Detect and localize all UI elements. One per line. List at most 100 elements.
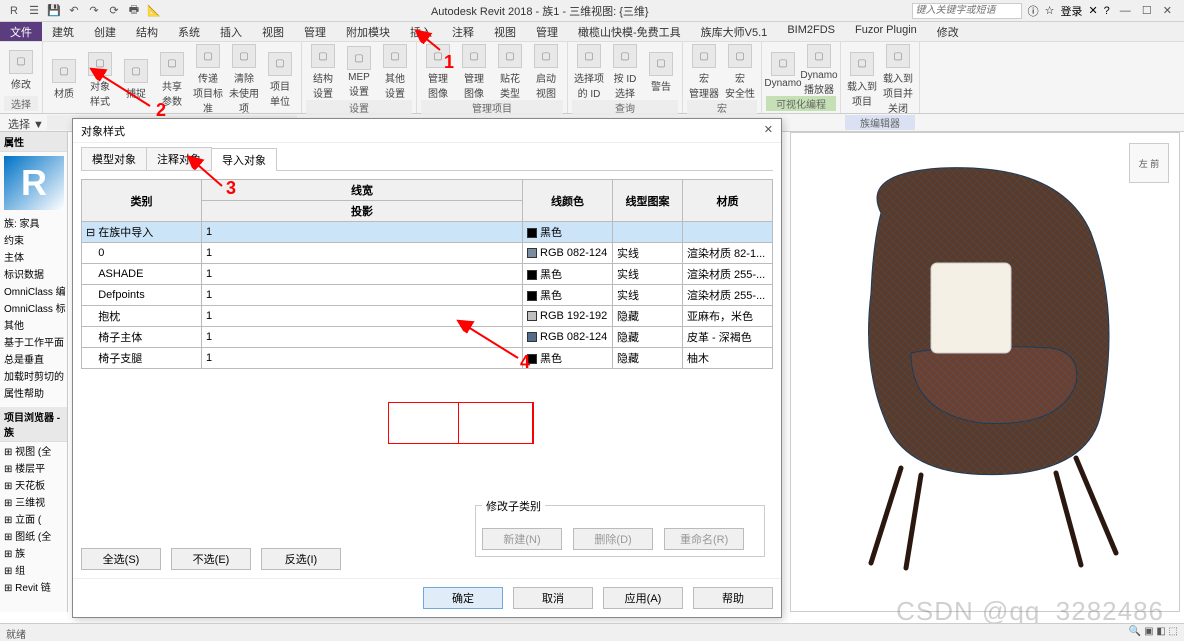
menu-创建[interactable]: 创建 bbox=[84, 22, 126, 41]
ribbon-宏安全性[interactable]: ▢宏安全性 bbox=[723, 44, 757, 100]
tree-item[interactable]: ⊞ 图纸 (全 bbox=[0, 527, 67, 544]
tree-item[interactable]: ⊞ 三维视 bbox=[0, 493, 67, 510]
prop-row[interactable]: 约束 bbox=[0, 231, 67, 248]
ribbon-贴花类型[interactable]: ▢贴花类型 bbox=[493, 44, 527, 100]
table-row[interactable]: 椅子主体1RGB 082-124隐藏皮革 - 深褐色 bbox=[82, 327, 773, 348]
ribbon-载入到项目[interactable]: ▢载入到项目 bbox=[845, 44, 879, 115]
tree-item[interactable]: ⊞ 楼层平 bbox=[0, 459, 67, 476]
invert-button[interactable]: 反选(I) bbox=[261, 548, 341, 570]
ribbon-按ID选择[interactable]: ▢按 ID选择 bbox=[608, 44, 642, 100]
menu-族库大师V5.1[interactable]: 族库大师V5.1 bbox=[691, 22, 778, 41]
tab-模型对象[interactable]: 模型对象 bbox=[81, 147, 147, 170]
prop-row[interactable]: 属性帮助 bbox=[0, 384, 67, 401]
save-icon[interactable]: 💾 bbox=[46, 3, 62, 19]
tree-item[interactable]: ⊞ 天花板 bbox=[0, 476, 67, 493]
revit-icon[interactable]: R bbox=[6, 3, 22, 19]
exchange-icon[interactable]: ✕ bbox=[1088, 4, 1097, 17]
menu-注释[interactable]: 注释 bbox=[442, 22, 484, 41]
close-icon[interactable]: ✕ bbox=[1159, 5, 1176, 17]
prop-row[interactable]: 族: 家具 bbox=[0, 214, 67, 231]
menu-橄榄山快模-免费工具[interactable]: 橄榄山快模-免费工具 bbox=[568, 22, 691, 41]
ribbon-材质[interactable]: ▢材质 bbox=[47, 44, 81, 115]
redo-icon[interactable]: ↷ bbox=[86, 3, 102, 19]
menu-修改[interactable]: 修改 bbox=[927, 22, 969, 41]
prop-row[interactable]: 加载时剪切的 bbox=[0, 367, 67, 384]
menu-附加模块[interactable]: 附加模块 bbox=[336, 22, 400, 41]
table-row[interactable]: ⊟ 在族中导入1黑色 bbox=[82, 222, 773, 243]
table-row[interactable]: 01RGB 082-124实线渲染材质 82-1... bbox=[82, 243, 773, 264]
ribbon-清除未使用项[interactable]: ▢清除未使用项 bbox=[227, 44, 261, 115]
ribbon-修改[interactable]: ▢修改 bbox=[4, 44, 38, 96]
ribbon-Dynamo[interactable]: ▢Dynamo bbox=[766, 44, 800, 96]
tab-导入对象[interactable]: 导入对象 bbox=[211, 148, 277, 171]
ribbon-管理图像[interactable]: ▢管理图像 bbox=[457, 44, 491, 100]
menu-管理[interactable]: 管理 bbox=[294, 22, 336, 41]
ribbon-捕捉[interactable]: ▢捕捉 bbox=[119, 44, 153, 115]
cancel-button[interactable]: 取消 bbox=[513, 587, 593, 609]
table-row[interactable]: 抱枕1RGB 192-192隐藏亚麻布，米色 bbox=[82, 306, 773, 327]
dialog-close-icon[interactable]: ✕ bbox=[764, 123, 773, 138]
min-icon[interactable]: — bbox=[1116, 5, 1135, 17]
search-input[interactable] bbox=[912, 3, 1022, 19]
tree-item[interactable]: ⊞ 视图 (全 bbox=[0, 442, 67, 459]
ribbon-其他设置[interactable]: ▢其他设置 bbox=[378, 44, 412, 100]
ribbon-Dynamo播放器[interactable]: ▢Dynamo播放器 bbox=[802, 44, 836, 96]
ribbon-载入到项目并关闭[interactable]: ▢载入到项目并关闭 bbox=[881, 44, 915, 115]
prop-row[interactable]: 基于工作平面 bbox=[0, 333, 67, 350]
ribbon-宏管理器[interactable]: ▢宏管理器 bbox=[687, 44, 721, 100]
prop-row[interactable]: 总是垂直 bbox=[0, 350, 67, 367]
prop-row[interactable]: 其他 bbox=[0, 316, 67, 333]
prop-row[interactable]: OmniClass 标 bbox=[0, 299, 67, 316]
ribbon-警告[interactable]: ▢警告 bbox=[644, 44, 678, 100]
menu-BIM2FDS[interactable]: BIM2FDS bbox=[777, 22, 845, 41]
menu-视图[interactable]: 视图 bbox=[484, 22, 526, 41]
info-icon[interactable]: ⓘ bbox=[1028, 3, 1039, 19]
print-icon[interactable]: 🖶 bbox=[126, 3, 142, 19]
table-row[interactable]: Defpoints1黑色实线渲染材质 255-... bbox=[82, 285, 773, 306]
ribbon-对象样式[interactable]: ▢对象样式 bbox=[83, 44, 117, 115]
undo-icon[interactable]: ↶ bbox=[66, 3, 82, 19]
menu-系统[interactable]: 系统 bbox=[168, 22, 210, 41]
select-none-button[interactable]: 不选(E) bbox=[171, 548, 251, 570]
login-link[interactable]: 登录 bbox=[1060, 3, 1082, 19]
menu-建筑[interactable]: 建筑 bbox=[42, 22, 84, 41]
apply-button[interactable]: 应用(A) bbox=[603, 587, 683, 609]
new-button: 新建(N) bbox=[482, 528, 562, 550]
ribbon-启动视图[interactable]: ▢启动视图 bbox=[529, 44, 563, 100]
ribbon-项目单位[interactable]: ▢项目单位 bbox=[263, 44, 297, 115]
tree-item[interactable]: ⊞ 立面 ( bbox=[0, 510, 67, 527]
user-icon[interactable]: ☆ bbox=[1045, 4, 1055, 17]
3d-viewport[interactable]: 左 前 bbox=[790, 132, 1180, 612]
ribbon-传递项目标准[interactable]: ▢传递项目标准 bbox=[191, 44, 225, 115]
help-icon[interactable]: ? bbox=[1104, 5, 1110, 17]
menu-视图[interactable]: 视图 bbox=[252, 22, 294, 41]
menu-结构[interactable]: 结构 bbox=[126, 22, 168, 41]
ribbon-管理图像[interactable]: ▢管理图像 bbox=[421, 44, 455, 100]
ribbon-结构设置[interactable]: ▢结构设置 bbox=[306, 44, 340, 100]
object-styles-table[interactable]: 类别 线宽 线颜色 线型图案 材质 投影 ⊟ 在族中导入1黑色 01RGB 08… bbox=[81, 179, 773, 369]
select-all-button[interactable]: 全选(S) bbox=[81, 548, 161, 570]
help-button[interactable]: 帮助 bbox=[693, 587, 773, 609]
table-row[interactable]: ASHADE1黑色实线渲染材质 255-... bbox=[82, 264, 773, 285]
menu-管理[interactable]: 管理 bbox=[526, 22, 568, 41]
sync-icon[interactable]: ⟳ bbox=[106, 3, 122, 19]
table-row[interactable]: 椅子支腿1黑色隐藏柚木 bbox=[82, 348, 773, 369]
menu-插入[interactable]: 插入 bbox=[210, 22, 252, 41]
tree-item[interactable]: ⊞ 族 bbox=[0, 544, 67, 561]
open-icon[interactable]: ☰ bbox=[26, 3, 42, 19]
tree-item[interactable]: ⊞ 组 bbox=[0, 561, 67, 578]
menu-插入[interactable]: 插入 bbox=[400, 22, 442, 41]
prop-row[interactable]: 主体 bbox=[0, 248, 67, 265]
ribbon-选择项的ID[interactable]: ▢选择项的 ID bbox=[572, 44, 606, 100]
prop-row[interactable]: OmniClass 编 bbox=[0, 282, 67, 299]
file-menu[interactable]: 文件 bbox=[0, 22, 42, 41]
ribbon-共享参数[interactable]: ▢共享参数 bbox=[155, 44, 189, 115]
ok-button[interactable]: 确定 bbox=[423, 587, 503, 609]
ribbon-MEP设置[interactable]: ▢MEP设置 bbox=[342, 44, 376, 100]
measure-icon[interactable]: 📐 bbox=[146, 3, 162, 19]
tab-注释对象[interactable]: 注释对象 bbox=[146, 147, 212, 170]
prop-row[interactable]: 标识数据 bbox=[0, 265, 67, 282]
menu-Fuzor Plugin[interactable]: Fuzor Plugin bbox=[845, 22, 927, 41]
max-icon[interactable]: ☐ bbox=[1138, 5, 1156, 17]
tree-item[interactable]: ⊞ Revit 链 bbox=[0, 578, 67, 595]
